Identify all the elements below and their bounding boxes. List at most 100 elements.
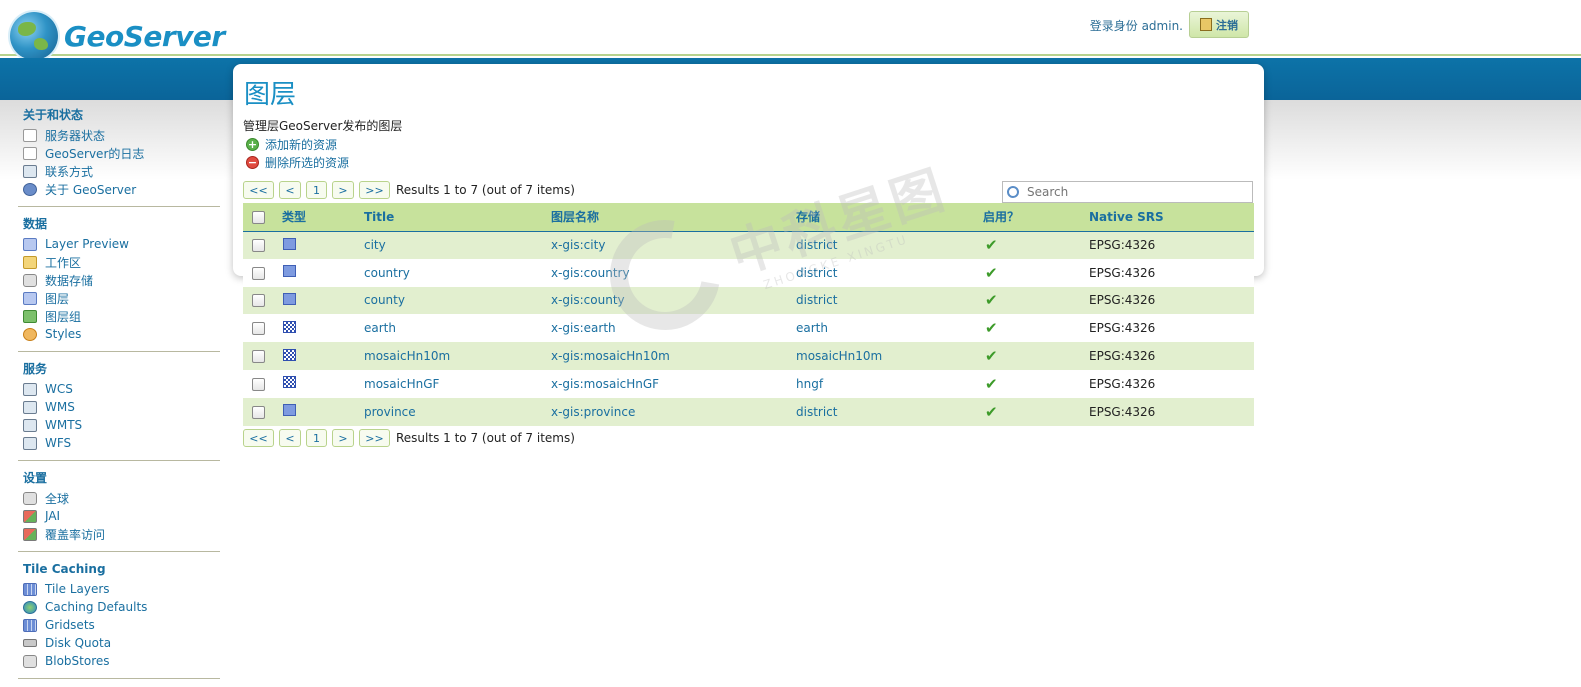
pager-last-button[interactable]: >> (359, 429, 390, 447)
delete-resource-link[interactable]: − 删除所选的资源 (246, 154, 349, 171)
row-checkbox[interactable] (252, 405, 265, 419)
store-link[interactable]: earth (796, 321, 828, 335)
search-box[interactable] (1002, 181, 1253, 203)
layer-name-link[interactable]: x-gis:city (551, 238, 605, 252)
layer-name-cell: x-gis:county (551, 286, 796, 315)
layer-title-link[interactable]: country (364, 266, 410, 280)
store-link[interactable]: hngf (796, 377, 823, 391)
nav-group-title: 设置 (23, 471, 48, 485)
add-resource-link[interactable]: + 添加新的资源 (246, 136, 337, 153)
sidebar-item[interactable]: 服务器状态 (23, 126, 220, 144)
polygon-layer-icon (283, 237, 296, 250)
layers-table: 类型 Title 图层名称 存储 启用？ Native SRS city x-gi… (243, 203, 1254, 426)
pager-first-button[interactable]: << (243, 181, 274, 199)
sidebar-item[interactable]: GeoServer的日志 (23, 144, 220, 162)
sidebar-item[interactable]: 数据存储 (23, 271, 220, 289)
layer-title-link[interactable]: city (364, 238, 386, 252)
sidebar-item[interactable]: Layer Preview (23, 235, 220, 253)
sidebar-item[interactable]: WCS (23, 380, 220, 398)
geoserver-logo[interactable]: GeoServer (10, 12, 225, 60)
store-link[interactable]: district (796, 266, 837, 280)
gridsets-icon (23, 618, 37, 632)
col-type-header[interactable]: 类型 (282, 203, 364, 232)
store-link[interactable]: district (796, 293, 837, 307)
service-icon (23, 418, 37, 432)
sidebar-item[interactable]: 工作区 (23, 253, 220, 271)
layer-name-link[interactable]: x-gis:country (551, 266, 630, 280)
layer-title-link[interactable]: county (364, 293, 405, 307)
layer-name-link[interactable]: x-gis:county (551, 293, 625, 307)
pager-prev-button[interactable]: < (279, 181, 301, 199)
sidebar-item[interactable]: WFS (23, 434, 220, 452)
sidebar-item[interactable]: 图层组 (23, 307, 220, 325)
native-srs: EPSG:4326 (1089, 265, 1156, 280)
layer-name-link[interactable]: x-gis:mosaicHn10m (551, 349, 670, 363)
search-icon (1007, 186, 1019, 198)
row-checkbox[interactable] (252, 266, 265, 280)
type-cell (282, 286, 364, 315)
sidebar-item[interactable]: WMS (23, 398, 220, 416)
sidebar-item[interactable]: BlobStores (23, 652, 220, 670)
layer-name-link[interactable]: x-gis:province (551, 405, 635, 419)
sidebar-item[interactable]: Styles (23, 325, 220, 343)
col-store-header[interactable]: 存储 (796, 203, 983, 232)
sidebar-item[interactable]: Caching Defaults (23, 598, 220, 616)
row-checkbox[interactable] (252, 322, 265, 336)
search-input[interactable] (1027, 185, 1247, 199)
col-enabled-header[interactable]: 启用？ (983, 203, 1089, 232)
logout-button[interactable]: 注销 (1189, 11, 1249, 38)
pager-next-button[interactable]: > (332, 429, 354, 447)
native-srs: EPSG:4326 (1089, 238, 1156, 253)
native-srs: EPSG:4326 (1089, 349, 1156, 364)
pager-last-button[interactable]: >> (359, 181, 390, 199)
contact-icon (23, 164, 37, 178)
select-all-checkbox[interactable] (252, 210, 265, 224)
pager-next-button[interactable]: > (332, 181, 354, 199)
layer-name-link[interactable]: x-gis:earth (551, 321, 616, 335)
check-icon: ✔ (985, 263, 998, 282)
nav-group: 数据 Layer Preview 工作区 数据存储图层 图层组 Styles (18, 215, 220, 352)
pager-page-button[interactable]: 1 (306, 429, 327, 447)
layer-name-link[interactable]: x-gis:mosaicHnGF (551, 377, 659, 391)
store-link[interactable]: mosaicHn10m (796, 349, 882, 363)
nav-group: 关于和状态 服务器状态 GeoServer的日志 联系方式 关于 GeoServer (18, 106, 220, 207)
layer-title-link[interactable]: mosaicHnGF (364, 377, 439, 391)
sidebar-item-label: Styles (45, 327, 82, 341)
col-title-header[interactable]: Title (364, 203, 551, 232)
sidebar-item[interactable]: 联系方式 (23, 162, 220, 180)
col-layer-name-header[interactable]: 图层名称 (551, 203, 796, 232)
sidebar-item[interactable]: WMTS (23, 416, 220, 434)
sidebar-item-label: 图层 (45, 291, 70, 306)
store-link[interactable]: district (796, 238, 837, 252)
row-select-cell (243, 286, 282, 315)
row-checkbox[interactable] (252, 350, 265, 364)
folder-icon (23, 255, 37, 269)
layer-title-link[interactable]: earth (364, 321, 396, 335)
globe-logo-icon (10, 12, 58, 60)
store-link[interactable]: district (796, 405, 837, 419)
pager-first-button[interactable]: << (243, 429, 274, 447)
sidebar-item[interactable]: 全球 (23, 489, 220, 507)
title-cell: country (364, 258, 551, 287)
delete-resource-label: 删除所选的资源 (265, 156, 350, 170)
layer-title-link[interactable]: province (364, 405, 416, 419)
native-srs: EPSG:4326 (1089, 404, 1156, 419)
row-checkbox[interactable] (252, 239, 265, 253)
row-checkbox[interactable] (252, 377, 265, 391)
sidebar-item[interactable]: Gridsets (23, 616, 220, 634)
sidebar-item[interactable]: 关于 GeoServer (23, 180, 220, 198)
pager-page-button[interactable]: 1 (306, 181, 327, 199)
sidebar-item[interactable]: Disk Quota (23, 634, 220, 652)
sidebar-item[interactable]: Tile Layers (23, 580, 220, 598)
row-checkbox[interactable] (252, 294, 265, 308)
sidebar-item[interactable]: 图层 (23, 289, 220, 307)
col-srs-header[interactable]: Native SRS (1089, 203, 1254, 232)
nav-group-title: 数据 (23, 217, 48, 231)
layer-title-link[interactable]: mosaicHn10m (364, 349, 450, 363)
sidebar-item[interactable]: 覆盖率访问 (23, 525, 220, 543)
type-cell (282, 369, 364, 398)
pager-prev-button[interactable]: < (279, 429, 301, 447)
styles-icon (23, 327, 37, 341)
sidebar-item[interactable]: JAI (23, 507, 220, 525)
sidebar-item-label: GeoServer的日志 (45, 146, 145, 161)
